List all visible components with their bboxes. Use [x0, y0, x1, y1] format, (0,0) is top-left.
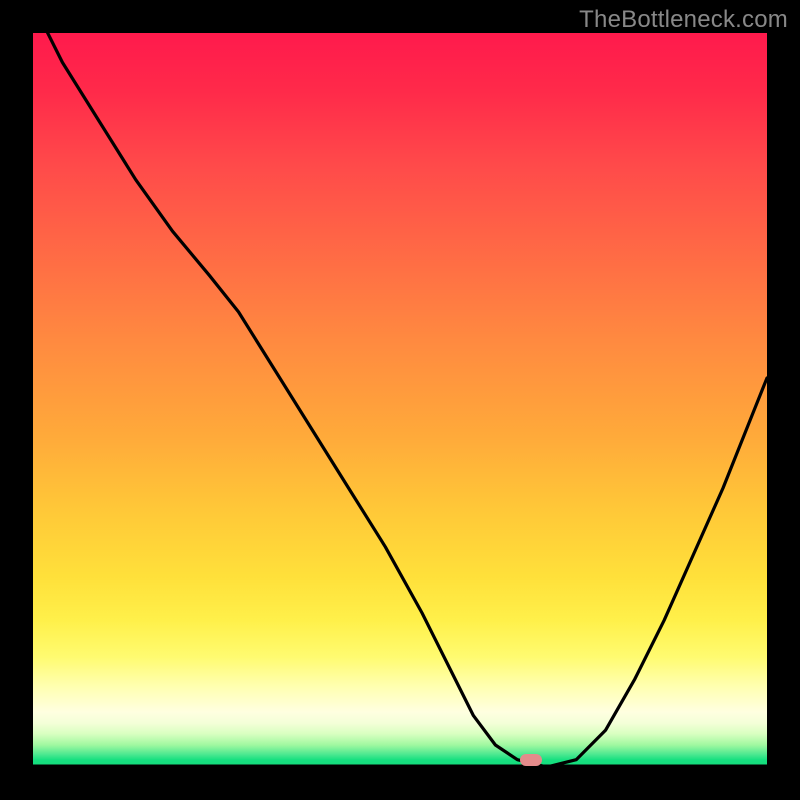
chart-frame: TheBottleneck.com: [0, 0, 800, 800]
bottleneck-curve-svg: [33, 33, 767, 767]
bottleneck-curve-line: [33, 33, 767, 767]
plot-area: [33, 33, 767, 767]
optimal-point-marker: [520, 754, 542, 766]
watermark-text: TheBottleneck.com: [579, 6, 788, 34]
